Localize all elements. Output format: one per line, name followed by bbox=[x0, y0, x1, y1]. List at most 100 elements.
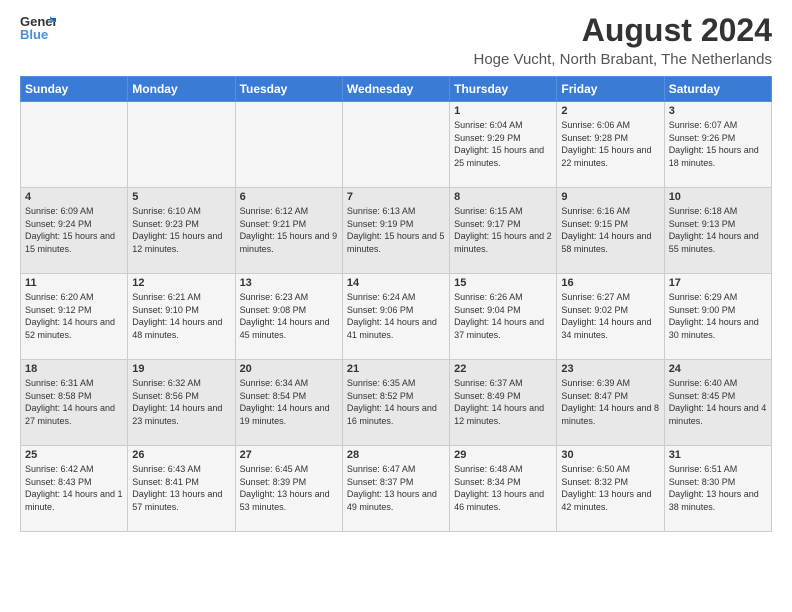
day-info: Sunrise: 6:29 AM bbox=[669, 291, 767, 304]
day-info: Sunset: 8:43 PM bbox=[25, 476, 123, 489]
day-info: Daylight: 15 hours and 18 minutes. bbox=[669, 144, 767, 169]
day-info: Sunset: 9:04 PM bbox=[454, 304, 552, 317]
calendar-day-header: Saturday bbox=[664, 77, 771, 102]
day-number: 15 bbox=[454, 277, 552, 289]
day-info: Sunrise: 6:07 AM bbox=[669, 119, 767, 132]
day-info: Daylight: 14 hours and 55 minutes. bbox=[669, 230, 767, 255]
calendar-cell: 28Sunrise: 6:47 AMSunset: 8:37 PMDayligh… bbox=[342, 446, 449, 532]
day-number: 16 bbox=[561, 277, 659, 289]
day-info: Sunrise: 6:31 AM bbox=[25, 377, 123, 390]
calendar-cell: 15Sunrise: 6:26 AMSunset: 9:04 PMDayligh… bbox=[450, 274, 557, 360]
day-info: Sunrise: 6:50 AM bbox=[561, 463, 659, 476]
day-info: Sunset: 9:28 PM bbox=[561, 132, 659, 145]
calendar-cell: 21Sunrise: 6:35 AMSunset: 8:52 PMDayligh… bbox=[342, 360, 449, 446]
day-info: Sunrise: 6:15 AM bbox=[454, 205, 552, 218]
day-info: Sunrise: 6:48 AM bbox=[454, 463, 552, 476]
day-number: 8 bbox=[454, 191, 552, 203]
title-block: August 2024 Hoge Vucht, North Brabant, T… bbox=[473, 12, 772, 68]
day-info: Daylight: 14 hours and 48 minutes. bbox=[132, 316, 230, 341]
day-number: 9 bbox=[561, 191, 659, 203]
calendar-cell: 9 Sunrise: 6:16 AMSunset: 9:15 PMDaylight… bbox=[557, 188, 664, 274]
day-info: Sunset: 8:39 PM bbox=[240, 476, 338, 489]
day-info: Sunset: 9:15 PM bbox=[561, 218, 659, 231]
day-number: 1 bbox=[454, 105, 552, 117]
day-number: 28 bbox=[347, 449, 445, 461]
day-info: Sunset: 8:54 PM bbox=[240, 390, 338, 403]
calendar-cell: 31Sunrise: 6:51 AMSunset: 8:30 PMDayligh… bbox=[664, 446, 771, 532]
day-number: 30 bbox=[561, 449, 659, 461]
day-info: Sunset: 9:23 PM bbox=[132, 218, 230, 231]
day-info: Sunrise: 6:51 AM bbox=[669, 463, 767, 476]
day-info: Sunset: 8:37 PM bbox=[347, 476, 445, 489]
day-info: Sunset: 9:10 PM bbox=[132, 304, 230, 317]
calendar-cell: 6Sunrise: 6:12 AMSunset: 9:21 PMDaylight… bbox=[235, 188, 342, 274]
day-number: 12 bbox=[132, 277, 230, 289]
day-info: Sunset: 8:56 PM bbox=[132, 390, 230, 403]
day-info: Sunset: 8:30 PM bbox=[669, 476, 767, 489]
day-info: Daylight: 15 hours and 2 minutes. bbox=[454, 230, 552, 255]
day-number: 3 bbox=[669, 105, 767, 117]
day-info: Sunset: 9:19 PM bbox=[347, 218, 445, 231]
day-info: Sunrise: 6:09 AM bbox=[25, 205, 123, 218]
day-number: 14 bbox=[347, 277, 445, 289]
calendar-cell: 29Sunrise: 6:48 AMSunset: 8:34 PMDayligh… bbox=[450, 446, 557, 532]
day-info: Sunset: 8:34 PM bbox=[454, 476, 552, 489]
calendar-table: SundayMondayTuesdayWednesdayThursdayFrid… bbox=[20, 76, 772, 532]
day-info: Sunset: 8:47 PM bbox=[561, 390, 659, 403]
day-info: Sunset: 9:17 PM bbox=[454, 218, 552, 231]
day-info: Sunrise: 6:21 AM bbox=[132, 291, 230, 304]
calendar-cell: 7Sunrise: 6:13 AMSunset: 9:19 PMDaylight… bbox=[342, 188, 449, 274]
day-info: Sunrise: 6:20 AM bbox=[25, 291, 123, 304]
day-info: Daylight: 13 hours and 38 minutes. bbox=[669, 488, 767, 513]
day-info: Sunrise: 6:42 AM bbox=[25, 463, 123, 476]
day-info: Sunrise: 6:26 AM bbox=[454, 291, 552, 304]
day-info: Daylight: 13 hours and 57 minutes. bbox=[132, 488, 230, 513]
calendar-day-header: Thursday bbox=[450, 77, 557, 102]
calendar-cell: 3Sunrise: 6:07 AMSunset: 9:26 PMDaylight… bbox=[664, 102, 771, 188]
day-info: Sunset: 9:29 PM bbox=[454, 132, 552, 145]
day-info: Sunrise: 6:45 AM bbox=[240, 463, 338, 476]
day-info: Daylight: 15 hours and 15 minutes. bbox=[25, 230, 123, 255]
logo: General Blue bbox=[20, 12, 56, 44]
main-title: August 2024 bbox=[473, 12, 772, 49]
calendar-cell: 1Sunrise: 6:04 AMSunset: 9:29 PMDaylight… bbox=[450, 102, 557, 188]
day-info: Sunrise: 6:37 AM bbox=[454, 377, 552, 390]
day-info: Sunset: 9:08 PM bbox=[240, 304, 338, 317]
calendar-cell: 14Sunrise: 6:24 AMSunset: 9:06 PMDayligh… bbox=[342, 274, 449, 360]
calendar-day-header: Monday bbox=[128, 77, 235, 102]
day-info: Daylight: 14 hours and 30 minutes. bbox=[669, 316, 767, 341]
day-info: Sunrise: 6:43 AM bbox=[132, 463, 230, 476]
day-number: 19 bbox=[132, 363, 230, 375]
day-info: Sunrise: 6:35 AM bbox=[347, 377, 445, 390]
calendar-cell: 8 Sunrise: 6:15 AMSunset: 9:17 PMDaylight… bbox=[450, 188, 557, 274]
day-number: 7 bbox=[347, 191, 445, 203]
day-info: Daylight: 15 hours and 9 minutes. bbox=[240, 230, 338, 255]
day-info: Sunrise: 6:10 AM bbox=[132, 205, 230, 218]
day-info: Daylight: 14 hours and 34 minutes. bbox=[561, 316, 659, 341]
calendar-cell: 30Sunrise: 6:50 AMSunset: 8:32 PMDayligh… bbox=[557, 446, 664, 532]
day-number: 25 bbox=[25, 449, 123, 461]
day-info: Daylight: 14 hours and 8 minutes. bbox=[561, 402, 659, 427]
day-info: Daylight: 14 hours and 4 minutes. bbox=[669, 402, 767, 427]
day-info: Sunset: 8:52 PM bbox=[347, 390, 445, 403]
day-info: Sunset: 9:12 PM bbox=[25, 304, 123, 317]
day-info: Daylight: 14 hours and 27 minutes. bbox=[25, 402, 123, 427]
day-number: 2 bbox=[561, 105, 659, 117]
day-info: Sunrise: 6:12 AM bbox=[240, 205, 338, 218]
calendar-day-header: Tuesday bbox=[235, 77, 342, 102]
day-number: 23 bbox=[561, 363, 659, 375]
day-number: 6 bbox=[240, 191, 338, 203]
day-info: Sunrise: 6:16 AM bbox=[561, 205, 659, 218]
calendar-cell: 4Sunrise: 6:09 AMSunset: 9:24 PMDaylight… bbox=[21, 188, 128, 274]
day-info: Sunrise: 6:40 AM bbox=[669, 377, 767, 390]
calendar-cell: 22Sunrise: 6:37 AMSunset: 8:49 PMDayligh… bbox=[450, 360, 557, 446]
day-info: Daylight: 14 hours and 19 minutes. bbox=[240, 402, 338, 427]
day-info: Sunset: 9:02 PM bbox=[561, 304, 659, 317]
calendar-cell: 19Sunrise: 6:32 AMSunset: 8:56 PMDayligh… bbox=[128, 360, 235, 446]
day-info: Daylight: 13 hours and 46 minutes. bbox=[454, 488, 552, 513]
day-number: 13 bbox=[240, 277, 338, 289]
day-info: Sunset: 9:24 PM bbox=[25, 218, 123, 231]
day-info: Daylight: 14 hours and 58 minutes. bbox=[561, 230, 659, 255]
day-number: 22 bbox=[454, 363, 552, 375]
calendar-cell: 17Sunrise: 6:29 AMSunset: 9:00 PMDayligh… bbox=[664, 274, 771, 360]
